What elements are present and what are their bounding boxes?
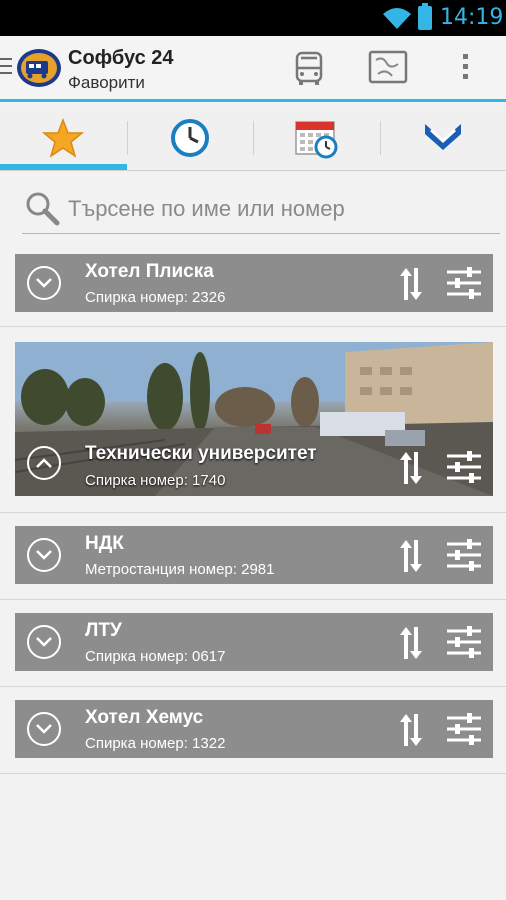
tab-history[interactable] (127, 105, 253, 171)
favorites-list: Хотел Плиска Спирка номер: 2326 Техничес… (0, 244, 506, 774)
tab-bar (0, 105, 506, 171)
calendar-icon (295, 121, 338, 159)
search-input[interactable] (68, 192, 488, 226)
favorite-card[interactable]: НДК Метростанция номер: 2981 (15, 526, 493, 584)
swap-direction-icon[interactable] (398, 450, 424, 486)
metro-icon (425, 124, 461, 150)
tab-schedule[interactable] (253, 105, 379, 171)
favorite-card[interactable]: Хотел Плиска Спирка номер: 2326 (15, 254, 493, 312)
expand-toggle-icon[interactable] (27, 712, 61, 746)
action-bar: Софбус 24 Фаворити (0, 36, 506, 102)
status-time: 14:19 (440, 5, 504, 30)
search-box (22, 186, 500, 234)
stop-name: ЛТУ (85, 620, 122, 641)
swap-direction-icon[interactable] (398, 625, 424, 661)
stop-number: Спирка номер: 0617 (85, 648, 226, 665)
app-logo-icon[interactable] (16, 48, 62, 88)
app-title: Софбус 24 (68, 47, 174, 69)
stop-name: Технически университет (85, 443, 317, 464)
favorite-card[interactable]: ЛТУ Спирка номер: 0617 (15, 613, 493, 671)
favorite-card[interactable]: Технически университет Спирка номер: 174… (15, 342, 493, 496)
bus-icon[interactable] (290, 50, 328, 88)
list-item: Хотел Хемус Спирка номер: 1322 (0, 687, 506, 774)
expand-toggle-icon[interactable] (27, 625, 61, 659)
swap-direction-icon[interactable] (398, 266, 424, 302)
wifi-icon (383, 8, 411, 29)
stop-number: Спирка номер: 1322 (85, 735, 226, 752)
list-item: Хотел Плиска Спирка номер: 2326 (0, 244, 506, 327)
battery-icon (418, 3, 432, 30)
tab-favorites[interactable] (0, 105, 126, 171)
list-item: НДК Метростанция номер: 2981 (0, 513, 506, 600)
tab-metro[interactable] (380, 105, 506, 171)
settings-sliders-icon[interactable] (447, 538, 481, 572)
drawer-menu-icon[interactable] (0, 58, 12, 79)
settings-sliders-icon[interactable] (447, 450, 481, 484)
stop-name: НДК (85, 533, 124, 554)
list-item: Технически университет Спирка номер: 174… (0, 327, 506, 513)
expand-toggle-icon[interactable] (27, 538, 61, 572)
stop-number: Метростанция номер: 2981 (85, 561, 275, 578)
favorite-card[interactable]: Хотел Хемус Спирка номер: 1322 (15, 700, 493, 758)
expand-toggle-icon[interactable] (27, 266, 61, 300)
stop-number: Спирка номер: 2326 (85, 289, 226, 306)
status-bar: 14:19 (0, 0, 506, 36)
stop-name: Хотел Плиска (85, 261, 214, 282)
star-icon (42, 118, 84, 158)
search-icon (26, 192, 60, 226)
screen-subtitle: Фаворити (68, 73, 145, 92)
collapse-toggle-icon[interactable] (27, 446, 61, 480)
stop-number: Спирка номер: 1740 (85, 472, 226, 489)
list-item: ЛТУ Спирка номер: 0617 (0, 600, 506, 687)
settings-sliders-icon[interactable] (447, 625, 481, 659)
clock-icon (171, 119, 209, 157)
swap-direction-icon[interactable] (398, 538, 424, 574)
stop-name: Хотел Хемус (85, 707, 204, 728)
overflow-menu-icon[interactable] (462, 54, 470, 84)
map-icon[interactable] (368, 50, 408, 86)
settings-sliders-icon[interactable] (447, 266, 481, 300)
selected-tab-indicator (0, 164, 127, 170)
settings-sliders-icon[interactable] (447, 712, 481, 746)
swap-direction-icon[interactable] (398, 712, 424, 748)
